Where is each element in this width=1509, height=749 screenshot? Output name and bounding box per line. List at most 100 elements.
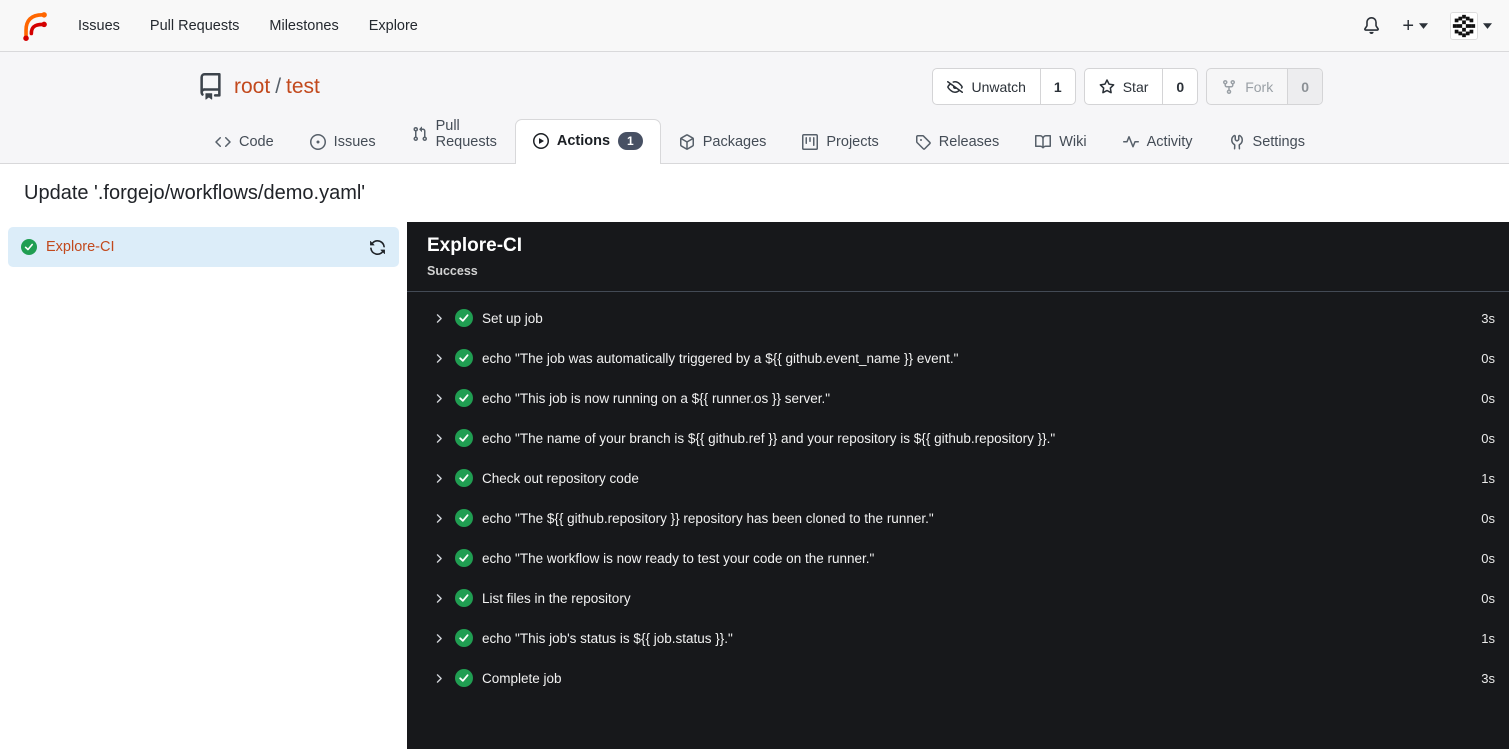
check-circle-success-icon (455, 429, 473, 447)
fork-icon (1223, 79, 1236, 94)
job-name-link[interactable]: Explore-CI (46, 239, 115, 255)
step-row[interactable]: Set up job 3s (407, 298, 1509, 338)
job-status-text: Success (427, 264, 478, 278)
navbar-right-cluster: + (1363, 11, 1492, 40)
step-duration: 0s (1481, 590, 1495, 606)
step-row[interactable]: List files in the repository 0s (407, 578, 1509, 618)
fork-button-group: Fork 0 (1206, 68, 1323, 105)
step-name: Check out repository code (482, 470, 639, 486)
star-icon (1099, 78, 1115, 93)
check-circle-success-icon (455, 589, 473, 607)
step-duration: 1s (1481, 630, 1495, 646)
step-duration: 0s (1481, 550, 1495, 566)
fork-button: Fork (1207, 69, 1287, 104)
repo-header: root / test Unwatch 1 Star 0 Fork 0 Code… (0, 52, 1509, 164)
refresh-icon[interactable] (369, 239, 386, 256)
step-row[interactable]: echo "The name of your branch is ${{ git… (407, 418, 1509, 458)
chevron-right-icon[interactable] (433, 632, 446, 645)
repository-book-icon (200, 73, 221, 100)
chevron-right-icon[interactable] (433, 392, 446, 405)
tab-issues[interactable]: Issues (292, 121, 394, 163)
step-duration: 0s (1481, 510, 1495, 526)
star-button[interactable]: Star (1085, 69, 1163, 104)
forgejo-logo-icon[interactable] (17, 9, 51, 43)
check-circle-success-icon (455, 509, 473, 527)
workflow-run-title: Update '.forgejo/workflows/demo.yaml' (0, 164, 1509, 222)
chevron-right-icon[interactable] (433, 312, 446, 325)
tab-projects[interactable]: Projects (784, 121, 896, 163)
step-name: echo "The name of your branch is ${{ git… (482, 430, 1056, 446)
unwatch-button-group: Unwatch 1 (932, 68, 1076, 105)
job-list-item-explore-ci[interactable]: Explore-CI (8, 227, 399, 267)
chevron-right-icon[interactable] (433, 592, 446, 605)
tab-pull-requests[interactable]: Pull Requests (394, 105, 515, 163)
unwatch-button[interactable]: Unwatch (933, 69, 1039, 104)
tab-packages[interactable]: Packages (661, 121, 785, 163)
code-icon (215, 136, 231, 148)
nav-item-explore[interactable]: Explore (354, 0, 433, 52)
tab-actions[interactable]: Actions 1 (514, 118, 661, 164)
actions-count-badge: 1 (618, 131, 643, 150)
step-name: List files in the repository (482, 590, 631, 606)
tab-wiki[interactable]: Wiki (1017, 121, 1104, 163)
repo-owner-link[interactable]: root (234, 75, 270, 98)
tab-code[interactable]: Code (197, 121, 292, 163)
step-row[interactable]: Complete job 3s (407, 658, 1509, 698)
step-duration: 3s (1481, 310, 1495, 326)
watchers-count[interactable]: 1 (1039, 69, 1075, 104)
step-row[interactable]: echo "The ${{ github.repository }} repos… (407, 498, 1509, 538)
nav-item-issues[interactable]: Issues (63, 0, 135, 52)
project-board-icon (802, 134, 819, 150)
step-row[interactable]: echo "The workflow is now ready to test … (407, 538, 1509, 578)
notifications-bell-icon[interactable] (1363, 17, 1380, 34)
step-row[interactable]: echo "The job was automatically triggere… (407, 338, 1509, 378)
issue-opened-icon (309, 134, 326, 150)
repo-tab-bar: Code Issues Pull Requests Actions 1 Pack… (197, 118, 1509, 164)
play-circle-icon (532, 132, 549, 149)
tab-releases[interactable]: Releases (897, 121, 1017, 163)
chevron-down-icon (1419, 22, 1428, 29)
check-circle-success-icon (455, 309, 473, 327)
tab-activity[interactable]: Activity (1105, 121, 1211, 163)
check-circle-success-icon (455, 389, 473, 407)
step-duration: 1s (1481, 470, 1495, 486)
forks-count: 0 (1287, 69, 1322, 104)
job-log-header: Explore-CI Success (407, 222, 1509, 292)
star-button-group: Star 0 (1083, 68, 1199, 105)
user-menu-dropdown[interactable] (1450, 11, 1492, 40)
repo-action-buttons: Unwatch 1 Star 0 Fork 0 (932, 68, 1323, 105)
tools-icon (1230, 134, 1243, 150)
chevron-right-icon[interactable] (433, 472, 446, 485)
step-name: Complete job (482, 670, 562, 686)
check-circle-success-icon (21, 239, 37, 255)
step-row[interactable]: echo "This job is now running on a ${{ r… (407, 378, 1509, 418)
step-duration: 0s (1481, 430, 1495, 446)
stars-count[interactable]: 0 (1162, 69, 1197, 104)
repo-name-link[interactable]: test (286, 75, 320, 98)
book-icon (1035, 134, 1052, 149)
chevron-down-icon (1483, 22, 1492, 29)
tag-icon (915, 135, 931, 150)
chevron-right-icon[interactable] (433, 432, 446, 445)
check-circle-success-icon (455, 469, 473, 487)
chevron-right-icon[interactable] (433, 552, 446, 565)
tab-settings[interactable]: Settings (1211, 121, 1323, 163)
step-name: echo "This job's status is ${{ job.statu… (482, 630, 733, 646)
repo-breadcrumb: root / test (234, 75, 320, 99)
chevron-right-icon[interactable] (433, 352, 446, 365)
chevron-right-icon[interactable] (433, 512, 446, 525)
plus-icon: + (1402, 14, 1414, 37)
step-duration: 3s (1481, 670, 1495, 686)
step-name: echo "This job is now running on a ${{ r… (482, 390, 831, 406)
create-new-dropdown[interactable]: + (1402, 16, 1428, 36)
check-circle-success-icon (455, 669, 473, 687)
step-row[interactable]: echo "This job's status is ${{ job.statu… (407, 618, 1509, 658)
step-row[interactable]: Check out repository code 1s (407, 458, 1509, 498)
nav-item-pull-requests[interactable]: Pull Requests (135, 0, 254, 52)
nav-item-milestones[interactable]: Milestones (254, 0, 353, 52)
chevron-right-icon[interactable] (433, 672, 446, 685)
job-log-panel: Explore-CI Success Set up job 3s echo "T… (407, 222, 1509, 749)
check-circle-success-icon (455, 549, 473, 567)
check-circle-success-icon (455, 629, 473, 647)
jobs-sidebar: Explore-CI (0, 222, 407, 749)
